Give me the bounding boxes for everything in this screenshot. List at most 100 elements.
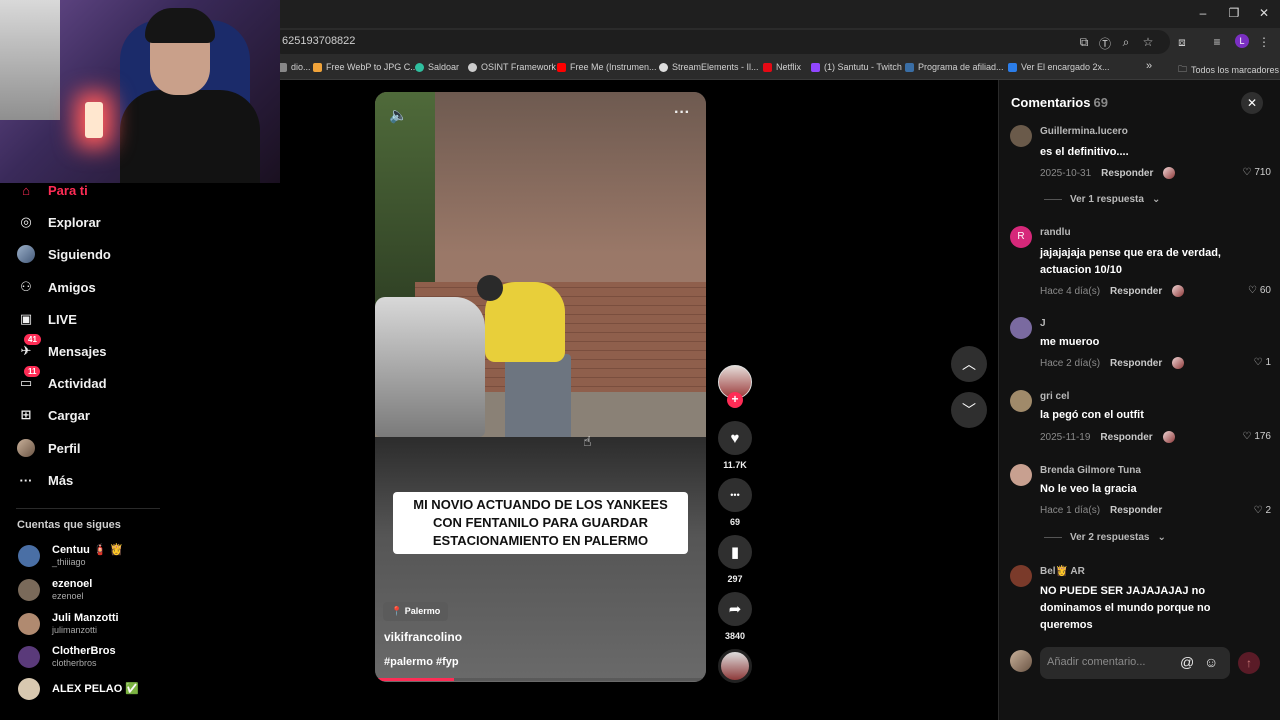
nav-following[interactable]: Siguiendo (16, 242, 111, 266)
music-disc-avatar[interactable] (718, 649, 752, 683)
bookmark-item[interactable]: (1) Santutu - Twitch (811, 62, 902, 72)
avatar[interactable] (1010, 317, 1032, 339)
messages-badge: 41 (24, 334, 41, 345)
comment-username[interactable]: J (1040, 318, 1046, 329)
view-replies-button[interactable]: Ver 1 respuesta ⌄ (1044, 194, 1160, 205)
nav-explore[interactable]: ◎ Explorar (16, 210, 100, 234)
bookmark-item[interactable]: Free WebP to JPG C... (313, 62, 418, 72)
followed-account[interactable]: Juli Manzotti julimanzotti (18, 612, 119, 636)
like-action[interactable]: ♥ 11.7K (718, 421, 752, 470)
bookmark-star-icon[interactable]: ☆ (1140, 35, 1156, 49)
nav-for-you[interactable]: ⌂ Para ti (16, 178, 88, 202)
comment-like-count: 176 (1254, 431, 1271, 442)
previous-video-button[interactable]: ︿ (951, 346, 987, 382)
nav-messages[interactable]: ✈ 41 Mensajes (16, 334, 107, 363)
all-bookmarks-folder[interactable]: 🗀 Todos los marcadores (1178, 62, 1279, 78)
comment-meta: Hace 2 día(s) Responder (1040, 357, 1185, 369)
reply-button[interactable]: Responder (1101, 168, 1153, 179)
bookmark-favicon-icon (659, 62, 668, 72)
nav-profile[interactable]: Perfil (16, 436, 81, 460)
avatar[interactable]: R (1010, 226, 1032, 248)
reply-button[interactable]: Responder (1110, 505, 1162, 516)
volume-icon[interactable]: 🔈 (389, 106, 408, 124)
share-icon[interactable]: ➦ (718, 592, 752, 626)
location-tag[interactable]: 📍 Palermo (383, 602, 449, 621)
followed-account[interactable]: Centuu 🧯 👸 _thiiiago (18, 544, 123, 568)
next-video-button[interactable]: ﹀ (951, 392, 987, 428)
nav-live[interactable]: ▣ LIVE (16, 307, 77, 331)
zoom-icon[interactable]: ⌕ (1118, 35, 1134, 50)
extensions-icon[interactable]: ⧈ (1174, 35, 1190, 50)
bookmark-item[interactable]: Free Me (Instrumen... (557, 62, 657, 72)
avatar[interactable] (1010, 464, 1032, 486)
bookmark-item[interactable]: Netflix (763, 62, 801, 72)
comment-username[interactable]: randlu (1040, 227, 1071, 238)
reply-button[interactable]: Responder (1110, 358, 1162, 369)
browser-profile-avatar[interactable]: L (1235, 34, 1249, 48)
bookmark-item[interactable]: Programa de afiliad... (905, 62, 1004, 72)
view-replies-button[interactable]: Ver 2 respuestas ⌄ (1044, 532, 1166, 543)
share-action[interactable]: ➦ 3840 (718, 592, 752, 641)
comment-username[interactable]: Bel👸 AR (1040, 566, 1085, 577)
followed-account[interactable]: ezenoel ezenoel (18, 578, 92, 602)
video-author-username[interactable]: vikifrancolino (384, 630, 462, 644)
creator-liked-avatar (1172, 357, 1185, 369)
add-comment-field[interactable]: Añadir comentario... @ ☺ (1040, 647, 1230, 679)
url-field[interactable]: 625193708822 (270, 30, 1170, 54)
comment-username[interactable]: gri cel (1040, 391, 1069, 402)
nav-activity[interactable]: ▭ 11 Actividad (16, 366, 107, 395)
minimize-button[interactable]: – (1196, 6, 1210, 20)
translate-icon[interactable]: Ⓣ (1097, 35, 1113, 52)
close-comments-button[interactable]: ✕ (1241, 92, 1263, 114)
bookmark-icon[interactable]: ▮ (718, 535, 752, 569)
follow-button[interactable]: + (727, 392, 743, 408)
comment-like[interactable]: ♡ 1 (1253, 357, 1271, 368)
avatar[interactable] (1010, 125, 1032, 147)
avatar[interactable] (1010, 565, 1032, 587)
emoji-icon[interactable]: ☺ (1204, 654, 1218, 670)
comment-username[interactable]: Guillermina.lucero (1040, 126, 1128, 137)
comment-username[interactable]: Brenda Gilmore Tuna (1040, 465, 1141, 476)
comment-like[interactable]: ♡ 2 (1253, 505, 1271, 516)
followed-account[interactable]: ClotherBros clotherbros (18, 645, 116, 669)
heart-icon[interactable]: ♥ (718, 421, 752, 455)
post-comment-button[interactable]: ↑ (1238, 652, 1260, 674)
heart-outline-icon: ♡ (1242, 167, 1252, 178)
video-hashtags[interactable]: #palermo #fyp (384, 656, 459, 668)
video-frame-dashboard (375, 437, 706, 682)
friends-icon: ⚇ (20, 279, 32, 294)
nav-more[interactable]: ··· Más (16, 468, 74, 492)
comment-icon[interactable]: ••• (718, 478, 752, 512)
mention-icon[interactable]: @ (1180, 654, 1194, 670)
video-progress-bar[interactable] (375, 678, 706, 681)
comment-like[interactable]: ♡ 60 (1248, 285, 1271, 296)
nav-friends[interactable]: ⚇ Amigos (16, 275, 96, 299)
video-more-options-icon[interactable]: ··· (674, 104, 690, 122)
webcam-body-shape (120, 90, 260, 183)
video-player[interactable]: 🔈 ··· MI NOVIO ACTUANDO DE LOS YANKEES C… (375, 92, 706, 682)
heart-outline-icon: ♡ (1247, 285, 1257, 296)
media-control-icon[interactable]: ≡ (1209, 35, 1225, 49)
bookmark-item[interactable]: Saldoar (415, 62, 459, 72)
reply-button[interactable]: Responder (1110, 286, 1162, 297)
reply-button[interactable]: Responder (1100, 432, 1152, 443)
comment-action[interactable]: ••• 69 (718, 478, 752, 527)
save-action[interactable]: ▮ 297 (718, 535, 752, 584)
comment-like[interactable]: ♡ 710 (1242, 167, 1271, 178)
nav-upload[interactable]: ⊞ Cargar (16, 403, 90, 427)
left-sidebar: ⌂ Para ti ◎ Explorar Siguiendo ⚇ Amigos … (0, 183, 170, 720)
bookmarks-overflow-button[interactable]: » (1146, 60, 1152, 72)
comment-like[interactable]: ♡ 176 (1242, 431, 1271, 442)
bookmark-item[interactable]: Ver El encargado 2x... (1008, 62, 1110, 72)
cast-icon[interactable]: ⧉ (1076, 35, 1092, 50)
menu-kebab-icon[interactable]: ⋮ (1256, 35, 1272, 49)
bookmark-item[interactable]: dio... (278, 62, 311, 72)
avatar[interactable] (1010, 390, 1032, 412)
close-window-button[interactable]: ✕ (1257, 6, 1271, 20)
bookmark-item[interactable]: StreamElements - Il... (659, 62, 759, 72)
restore-button[interactable]: ❐ (1227, 6, 1241, 20)
chevron-up-icon: ︿ (962, 356, 976, 372)
bookmark-item[interactable]: OSINT Framework (468, 62, 556, 72)
followed-account[interactable]: ALEX PELAO ✅ (18, 678, 139, 700)
comment-date: 2025-10-31 (1040, 167, 1092, 179)
